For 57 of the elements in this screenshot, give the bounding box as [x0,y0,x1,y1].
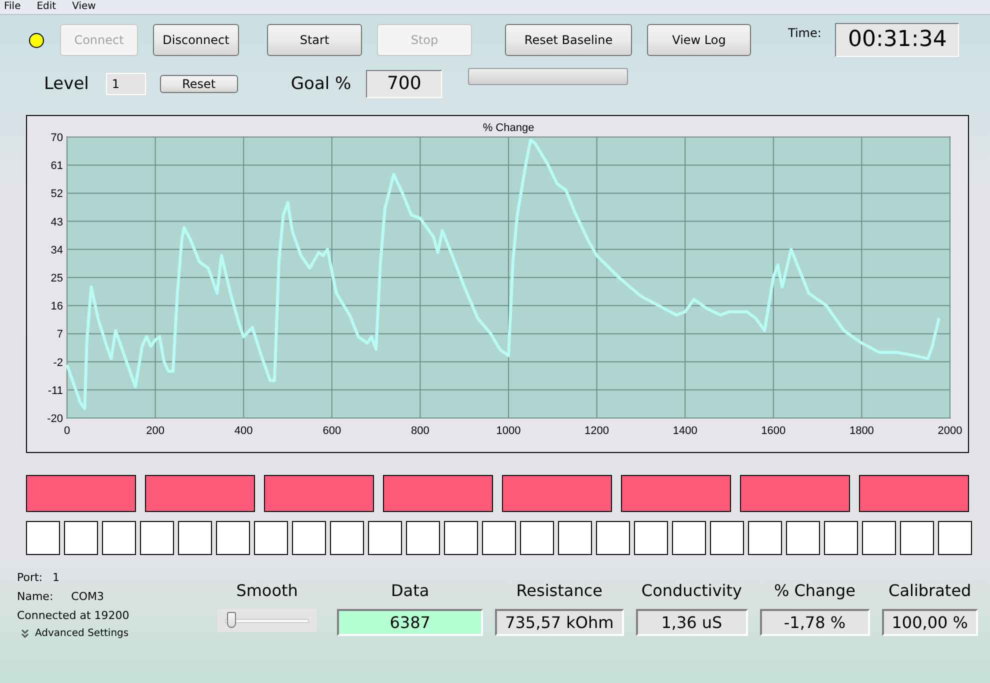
chart-title: % Change [482,122,534,134]
goal-field[interactable]: 700 [366,70,442,98]
readout-value: 1,36 uS [636,609,748,636]
readout-label: Data [390,581,430,602]
menu-item[interactable]: File [4,0,21,14]
y-tick-label: 7 [56,328,63,341]
name-label: Name: [17,590,54,603]
x-tick-label: 1800 [849,425,874,437]
slider-thumb[interactable] [227,612,236,628]
name-value: COM3 [71,590,104,603]
time-label: Time: [788,26,822,40]
readout-value: 100,00 % [882,609,978,636]
y-tick-label: 25 [50,272,63,284]
readout-value: 6387 [337,609,484,636]
x-tick-label: 1000 [496,425,521,437]
y-tick-label: 52 [50,188,63,200]
view-log-button[interactable]: View Log [647,24,751,56]
level-field[interactable]: 1 [106,73,146,95]
goal-label: Goal % [290,74,352,94]
port-value: 1 [52,571,60,584]
x-tick-label: 600 [322,425,342,437]
smooth-slider[interactable] [217,609,318,632]
readout-label: % Change [774,581,856,602]
reset-button[interactable]: Reset [160,75,238,93]
level-label: Level [44,74,89,94]
start-button[interactable]: Start [267,24,362,56]
readout-value: -1,78 % [760,609,870,636]
y-tick-label: 43 [50,216,63,228]
x-tick-label: 0 [64,425,70,437]
x-tick-label: 1600 [761,425,786,437]
disconnect-button[interactable]: Disconnect [153,24,239,56]
y-tick-label: -20 [47,413,63,425]
menu-item[interactable]: View [72,0,96,14]
smooth-label: Smooth [236,581,298,602]
x-tick-label: 400 [234,425,253,437]
menu-item[interactable]: Edit [36,0,56,14]
connection-status: Connected at 19200 [17,609,130,622]
x-tick-label: 1400 [672,425,698,437]
advanced-settings-toggle[interactable]: Advanced Settings [17,628,129,639]
readout-label: Calibrated [888,581,972,602]
port-label: Port: [17,571,43,584]
time-display: 00:31:34 [835,23,960,57]
x-tick-label: 2000 [938,425,962,437]
readout-value: 735,57 kOhm [495,609,624,636]
y-tick-label: 61 [50,160,63,172]
y-tick-label: 34 [50,244,63,256]
readout-label: Conductivity [641,581,742,602]
x-tick-label: 800 [411,425,430,437]
x-tick-label: 200 [146,425,164,437]
y-tick-label: 70 [50,132,63,144]
y-tick-label: -11 [48,384,63,397]
readout-label: Resistance [516,581,602,602]
y-tick-label: 16 [50,300,63,313]
reset-baseline-button[interactable]: Reset Baseline [505,24,632,56]
double-chevron-icon [21,628,29,638]
x-tick-label: 1200 [584,425,610,437]
y-tick-label: -2 [53,356,63,369]
